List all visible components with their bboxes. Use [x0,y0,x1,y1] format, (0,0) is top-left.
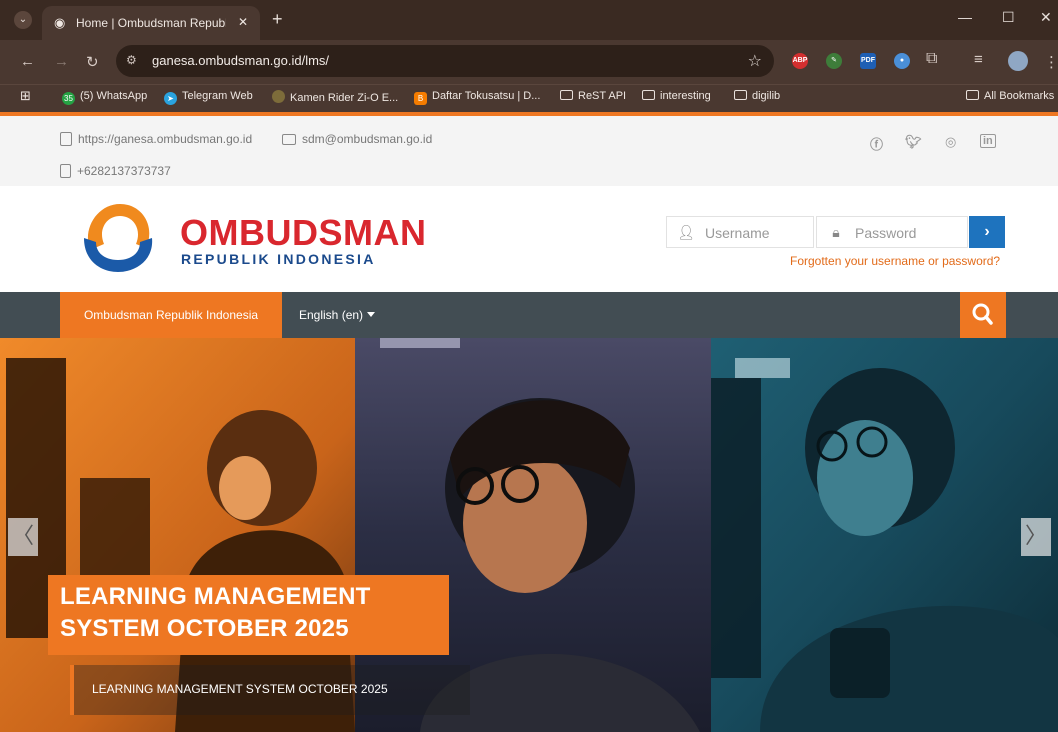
browser-toolbar: ← → ↻ ⚙ ganesa.ombudsman.go.id/lms/ ☆ AB… [0,40,1058,84]
contact-bar: https://ganesa.ombudsman.go.id sdm@ombud… [0,116,1058,186]
password-field[interactable]: 🔒︎ Password [816,216,968,248]
logo-subtitle: REPUBLIK INDONESIA [181,251,376,267]
bookmark-kamen-rider[interactable]: Kamen Rider Zi-O E... [272,90,398,104]
address-bar[interactable]: ⚙ ganesa.ombudsman.go.id/lms/ ☆ [116,45,774,77]
reading-list-icon[interactable]: ≡ [974,51,983,68]
twitter-icon[interactable]: 🐦︎ [905,134,922,150]
apps-icon[interactable]: ⊞ [20,88,31,104]
hero-caption-box: LEARNING MANAGEMENT SYSTEM OCTOBER 2025 [48,575,449,655]
bookmark-outline-icon [60,132,72,146]
bookmark-telegram[interactable]: ➤ Telegram Web [164,90,253,105]
main-navbar: Ombudsman Republik Indonesia English (en… [0,292,1058,338]
facebook-icon[interactable]: ⓕ [870,134,883,153]
folder-icon [966,90,979,100]
whatsapp-icon: 35 [62,92,75,105]
bookmark-rest-api[interactable]: ReST API [560,90,626,102]
globe-icon: ◉ [54,15,66,30]
chevron-right-icon: 〉 [1024,523,1047,548]
browser-tab[interactable]: ◉ Home | Ombudsman Republik I ✕ [42,6,260,40]
password-placeholder: Password [855,225,917,241]
phone-icon [60,164,71,178]
language-label: English (en) [299,308,364,322]
kamen-rider-icon [272,90,285,103]
web-page: https://ganesa.ombudsman.go.id sdm@ombud… [0,112,1058,732]
carousel-next-button[interactable]: 〉 [1021,518,1051,556]
browser-menu-icon[interactable]: ⋮ [1044,53,1058,71]
username-placeholder: Username [705,225,770,241]
extension-icon-2[interactable]: ● [894,53,910,69]
folder-icon [642,90,655,100]
instagram-icon[interactable]: ◎ [945,134,956,150]
browser-titlebar: ⌄ ◉ Home | Ombudsman Republik I ✕ + — ☐ … [0,0,1058,40]
tab-search-button[interactable]: ⌄ [14,11,32,29]
telegram-icon: ➤ [164,92,177,105]
profile-avatar[interactable] [1008,51,1028,71]
hero-title: LEARNING MANAGEMENT SYSTEM OCTOBER 2025 [60,583,371,642]
all-bookmarks[interactable]: All Bookmarks [966,90,1054,102]
search-button[interactable] [960,292,1006,338]
pdf-extension-icon[interactable]: PDF [860,53,876,69]
back-icon[interactable]: ← [20,53,35,70]
url-text: ganesa.ombudsman.go.id/lms/ [152,53,330,68]
bookmark-tokusatsu[interactable]: B Daftar Tokusatsu | D... [414,90,540,105]
nav-home-link[interactable]: Ombudsman Republik Indonesia [60,292,282,338]
website-link[interactable]: https://ganesa.ombudsman.go.id [60,132,252,146]
hero-subcaption: LEARNING MANAGEMENT SYSTEM OCTOBER 2025 [70,665,470,715]
extensions-puzzle-icon[interactable]: ⧉ [926,50,937,68]
search-icon [972,303,993,325]
user-icon: 👤︎ [677,224,695,240]
hero-carousel: 〈 〉 LEARNING MANAGEMENT SYSTEM OCTOBER 2… [0,338,1058,732]
language-dropdown[interactable]: English (en) [299,308,376,322]
carousel-prev-button[interactable]: 〈 [8,518,38,556]
reload-icon[interactable]: ↻ [86,53,99,71]
site-header: OMBUDSMAN REPUBLIK INDONESIA 👤︎ Username… [0,186,1058,292]
close-tab-icon[interactable]: ✕ [238,15,248,29]
chevron-left-icon: 〈 [11,523,34,548]
login-submit-button[interactable]: › [969,216,1005,248]
new-tab-button[interactable]: + [272,10,283,28]
phone-number: +6282137373737 [60,164,171,178]
forgot-password-link[interactable]: Forgotten your username or password? [790,254,1000,268]
hero-subtitle: LEARNING MANAGEMENT SYSTEM OCTOBER 2025 [92,682,388,696]
folder-icon [734,90,747,100]
site-info-icon[interactable]: ⚙ [126,53,137,67]
minimize-button[interactable]: — [958,9,972,25]
ombudsman-logo-icon[interactable] [80,198,156,274]
close-window-button[interactable]: ✕ [1040,9,1052,26]
folder-icon [560,90,573,100]
envelope-icon [282,134,296,145]
bookmark-whatsapp[interactable]: 35 (5) WhatsApp [62,90,147,105]
maximize-button[interactable]: ☐ [1002,9,1015,26]
adblock-icon[interactable]: ABP [792,53,808,69]
email-link[interactable]: sdm@ombudsman.go.id [282,132,432,146]
username-field[interactable]: 👤︎ Username [666,216,814,248]
linkedin-icon[interactable]: in [980,134,996,148]
bookmarks-bar: ⊞ 35 (5) WhatsApp ➤ Telegram Web Kamen Rid… [0,84,1058,112]
extension-icon[interactable]: ✎ [826,53,842,69]
tab-title: Home | Ombudsman Republik I [76,16,226,30]
forward-icon[interactable]: → [54,53,69,70]
logo-title: OMBUDSMAN [180,212,427,253]
bookmark-interesting[interactable]: interesting [642,90,711,102]
caret-down-icon [367,312,376,317]
chevron-right-icon: › [984,223,990,240]
lock-icon: 🔒︎ [832,224,840,240]
bookmark-digilib[interactable]: digilib [734,90,780,102]
blogger-icon: B [414,92,427,105]
bookmark-star-icon[interactable]: ☆ [748,51,762,71]
